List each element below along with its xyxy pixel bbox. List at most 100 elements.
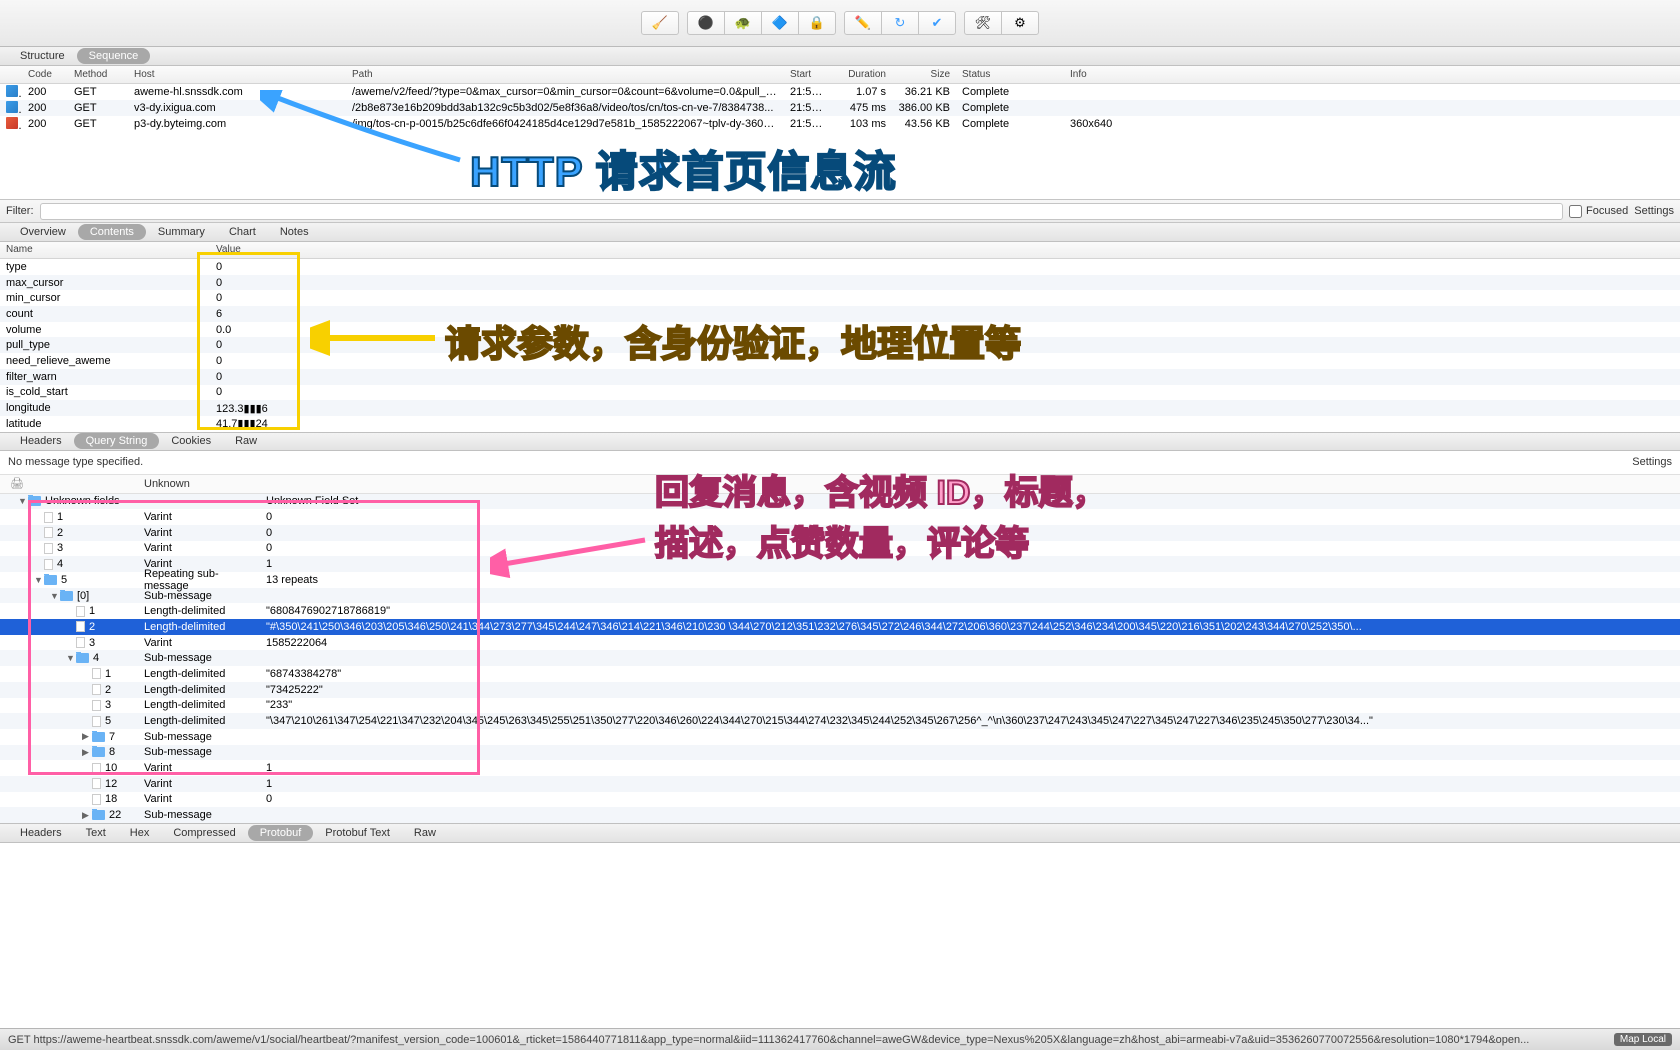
bottom-tab-text[interactable]: Text (74, 825, 118, 841)
col-start[interactable]: Start (784, 69, 834, 80)
tool-record[interactable]: ⚫ (687, 11, 725, 35)
tool-tools[interactable]: 🛠 (964, 11, 1002, 35)
param-row[interactable]: volume0.0 (0, 322, 1680, 338)
bottom-tab-protobuf[interactable]: Protobuf (248, 825, 314, 841)
filter-input[interactable] (40, 203, 1564, 220)
params-col-value[interactable]: Value (210, 242, 1680, 258)
tool-compose[interactable]: ✏️ (844, 11, 882, 35)
tree-row[interactable]: ▼Unknown fieldsUnknown Field Set (0, 494, 1680, 510)
tool-ssl[interactable]: 🔒 (798, 11, 836, 35)
request-sub-tabs: HeadersQuery StringCookiesRaw (0, 432, 1680, 451)
tree-row[interactable]: 1Length-delimited"6808476902718786819" (0, 603, 1680, 619)
document-icon (76, 606, 85, 617)
col-size[interactable]: Size (892, 69, 956, 80)
param-row[interactable]: longitude123.3▮▮▮6 (0, 400, 1680, 416)
tree-row[interactable]: 1Length-delimited"68743384278" (0, 666, 1680, 682)
tool-validate[interactable]: ✔ (918, 11, 956, 35)
tree-row[interactable]: 10Varint1 (0, 760, 1680, 776)
col-code[interactable]: Code (22, 69, 68, 80)
param-row[interactable]: latitude41.7▮▮▮24 (0, 416, 1680, 432)
tree-row[interactable]: 2Length-delimited"#\350\241\250\346\203\… (0, 619, 1680, 635)
filter-bar: Filter: Focused Settings (0, 199, 1680, 223)
tree-row[interactable]: ▼5Repeating sub-message13 repeats (0, 572, 1680, 588)
col-info[interactable]: Info (1064, 69, 1680, 80)
param-row[interactable]: need_relieve_aweme0 (0, 353, 1680, 369)
subtab-raw[interactable]: Raw (223, 433, 269, 449)
folder-icon (44, 575, 57, 585)
tool-settings[interactable]: ⚙ (1001, 11, 1039, 35)
col-duration[interactable]: Duration (834, 69, 892, 80)
tree-print-icon[interactable]: 🖨 (10, 477, 24, 490)
main-toolbar: 🧹 ⚫ 🐢 🔷 🔒 ✏️ ↻ ✔ 🛠 ⚙ (0, 0, 1680, 47)
tree-toolbar: 🖨 Unknown (0, 475, 1680, 494)
focused-cb-input[interactable] (1569, 205, 1582, 218)
tab-sequence[interactable]: Sequence (77, 48, 151, 64)
detail-tab-summary[interactable]: Summary (146, 224, 217, 240)
bottom-tab-hex[interactable]: Hex (118, 825, 162, 841)
filter-label: Filter: (6, 205, 34, 217)
request-row[interactable]: 200GET aweme-hl.snssdk.com/aweme/v2/feed… (0, 84, 1680, 100)
col-status[interactable]: Status (956, 69, 1064, 80)
detail-tab-overview[interactable]: Overview (8, 224, 78, 240)
file-icon (6, 85, 18, 97)
filter-settings-link[interactable]: Settings (1634, 205, 1674, 217)
param-row[interactable]: pull_type0 (0, 337, 1680, 353)
subtab-headers[interactable]: Headers (8, 433, 74, 449)
request-row[interactable]: 200GET v3-dy.ixigua.com/2b8e873e16b209bd… (0, 100, 1680, 116)
col-method[interactable]: Method (68, 69, 128, 80)
tree-row[interactable]: ▶8Sub-message (0, 745, 1680, 761)
param-row[interactable]: count6 (0, 306, 1680, 322)
bottom-tab-compressed[interactable]: Compressed (161, 825, 247, 841)
tree-row[interactable]: 1Varint0 (0, 509, 1680, 525)
bottom-tab-protobuf-text[interactable]: Protobuf Text (313, 825, 402, 841)
request-list-header: Code Method Host Path Start Duration Siz… (0, 66, 1680, 84)
focused-checkbox[interactable]: Focused (1569, 205, 1628, 218)
document-icon (76, 637, 85, 648)
tree-row[interactable]: 3Varint1585222064 (0, 635, 1680, 651)
document-icon (92, 778, 101, 789)
file-icon (6, 117, 18, 129)
tree-row[interactable]: 2Varint0 (0, 525, 1680, 541)
tree-row[interactable]: 18Varint0 (0, 792, 1680, 808)
document-icon (92, 794, 101, 805)
map-local-badge[interactable]: Map Local (1614, 1033, 1672, 1046)
tree-row[interactable]: ▼[0]Sub-message (0, 588, 1680, 604)
param-row[interactable]: max_cursor0 (0, 275, 1680, 291)
request-row[interactable]: 200GET p3-dy.byteimg.com/img/tos-cn-p-00… (0, 116, 1680, 132)
tool-breakpoints[interactable]: 🔷 (761, 11, 799, 35)
param-row[interactable]: min_cursor0 (0, 290, 1680, 306)
detail-tab-notes[interactable]: Notes (268, 224, 321, 240)
subtab-query-string[interactable]: Query String (74, 433, 160, 449)
tree-row[interactable]: 3Varint0 (0, 541, 1680, 557)
param-row[interactable]: filter_warn0 (0, 369, 1680, 385)
tool-reload[interactable]: ↻ (881, 11, 919, 35)
view-tabs: Structure Sequence (0, 47, 1680, 66)
tree-row[interactable]: ▼4Sub-message (0, 650, 1680, 666)
document-icon (44, 559, 53, 570)
folder-icon (60, 591, 73, 601)
col-host[interactable]: Host (128, 69, 346, 80)
tree-row[interactable]: 12Varint1 (0, 776, 1680, 792)
bottom-tab-headers[interactable]: Headers (8, 825, 74, 841)
response-settings-link[interactable]: Settings (1632, 456, 1672, 468)
detail-tab-chart[interactable]: Chart (217, 224, 268, 240)
detail-tab-contents[interactable]: Contents (78, 224, 146, 240)
protobuf-tree: ▼Unknown fieldsUnknown Field Set1Varint0… (0, 494, 1680, 823)
tree-row[interactable]: ▶7Sub-message (0, 729, 1680, 745)
subtab-cookies[interactable]: Cookies (159, 433, 223, 449)
tab-structure[interactable]: Structure (8, 48, 77, 64)
tool-clear[interactable]: 🧹 (641, 11, 679, 35)
param-row[interactable]: is_cold_start0 (0, 385, 1680, 401)
params-col-name[interactable]: Name (0, 242, 210, 258)
tree-row[interactable]: 5Length-delimited"\347\210\261\347\254\2… (0, 713, 1680, 729)
document-icon (44, 527, 53, 538)
tree-row[interactable]: 2Length-delimited"73425222" (0, 682, 1680, 698)
param-row[interactable]: type0 (0, 259, 1680, 275)
col-path[interactable]: Path (346, 69, 784, 80)
tool-throttle[interactable]: 🐢 (724, 11, 762, 35)
bottom-tab-raw[interactable]: Raw (402, 825, 448, 841)
status-bar: GET https://aweme-heartbeat.snssdk.com/a… (0, 1028, 1680, 1050)
tree-row[interactable]: 3Length-delimited"233" (0, 698, 1680, 714)
tree-row[interactable]: ▶22Sub-message (0, 807, 1680, 823)
params-list: type0max_cursor0min_cursor0count6volume0… (0, 259, 1680, 432)
